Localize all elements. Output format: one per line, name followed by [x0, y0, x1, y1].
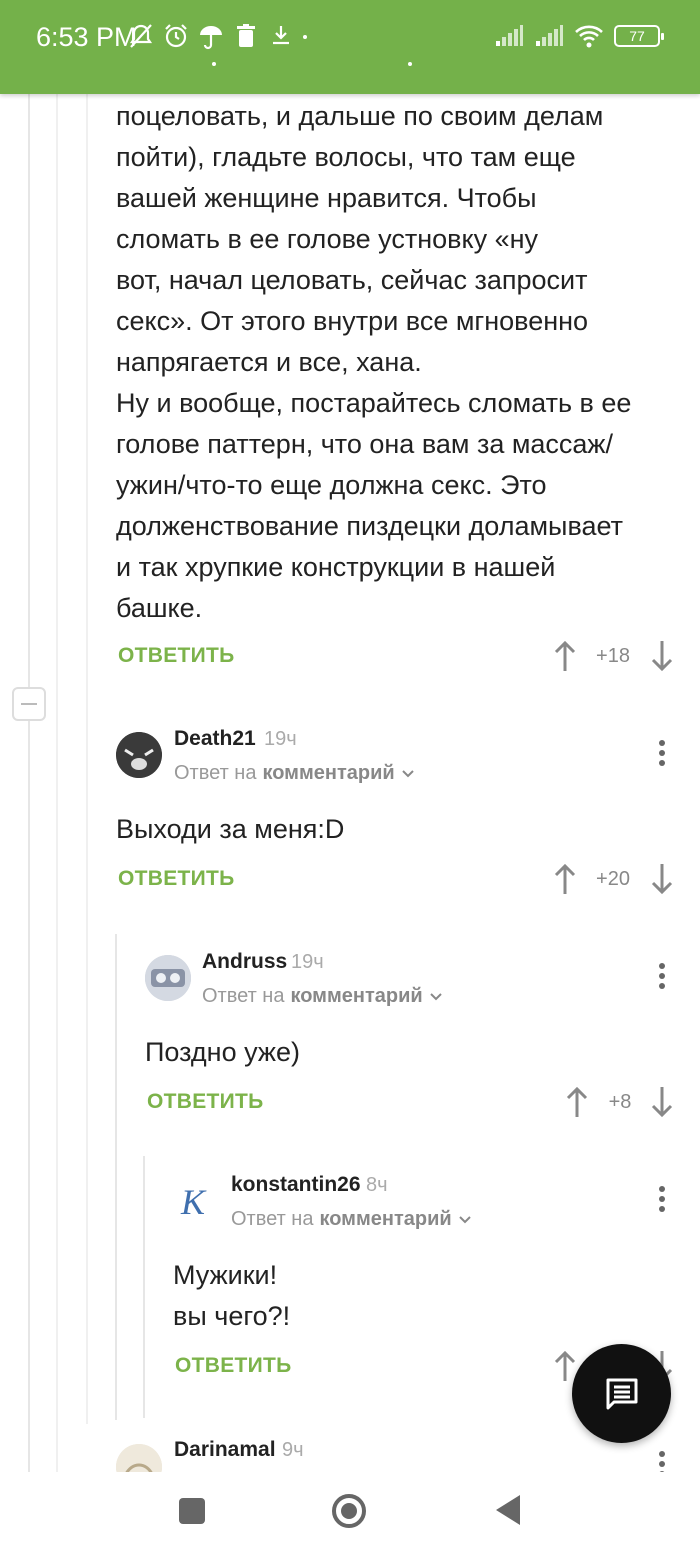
- comment-username[interactable]: Darinamal: [174, 1438, 276, 1462]
- reply-to-link[interactable]: Ответ на комментарий: [202, 985, 443, 1008]
- signal-icon: [536, 25, 563, 46]
- status-time: 6:53 PM: [36, 22, 137, 52]
- comment-body: Выходи за меня:D: [116, 814, 345, 844]
- back-triangle-icon[interactable]: [494, 1494, 522, 1526]
- chevron-down-icon: [458, 1215, 471, 1223]
- comment-icon: [606, 1378, 638, 1410]
- comment-username[interactable]: Andruss: [202, 950, 287, 974]
- trash-icon: [237, 24, 255, 47]
- comment-time: 19ч: [291, 951, 324, 973]
- chevron-down-icon: [429, 992, 442, 1000]
- comment-time: 8ч: [366, 1174, 388, 1196]
- more-options-icon[interactable]: [657, 740, 667, 770]
- comment-fab-button[interactable]: [572, 1344, 671, 1443]
- home-circle-icon[interactable]: [331, 1493, 367, 1529]
- reply-to-link[interactable]: Ответ на комментарий: [174, 762, 415, 785]
- recents-square-icon[interactable]: [178, 1497, 206, 1525]
- reply-to-link[interactable]: Ответ на комментарий: [231, 1208, 472, 1231]
- avatar[interactable]: [116, 732, 162, 778]
- comment-body: поцеловать, и дальше по своим делам пойт…: [116, 101, 632, 623]
- reply-button[interactable]: ОТВЕТИТЬ: [147, 1090, 264, 1114]
- muted-bell-icon: [129, 24, 153, 48]
- reply-button[interactable]: ОТВЕТИТЬ: [118, 644, 235, 668]
- vote-score: +20: [596, 868, 630, 890]
- status-bar: 6:53 PM 77: [0, 0, 700, 94]
- more-options-icon[interactable]: [657, 1451, 667, 1472]
- signal-icon: [496, 25, 523, 46]
- comment-body: Поздно уже): [145, 1037, 300, 1067]
- collapse-thread-button[interactable]: [12, 687, 46, 721]
- comment-username[interactable]: konstantin26: [231, 1173, 361, 1197]
- comment-time: 19ч: [264, 728, 297, 750]
- battery-icon: 77: [614, 25, 664, 47]
- vote-score: +8: [608, 1091, 632, 1113]
- reply-button[interactable]: ОТВЕТИТЬ: [118, 867, 235, 891]
- more-options-icon[interactable]: [657, 963, 667, 993]
- avatar[interactable]: [116, 1444, 162, 1472]
- vote-score: +18: [596, 645, 630, 667]
- downvote-icon[interactable]: [650, 1085, 674, 1119]
- downvote-icon[interactable]: [650, 862, 674, 896]
- downvote-icon[interactable]: [650, 639, 674, 673]
- avatar[interactable]: [145, 955, 191, 1001]
- alarm-icon: [165, 24, 187, 48]
- comment-username[interactable]: Death21: [174, 727, 256, 751]
- wifi-icon: [575, 25, 603, 48]
- upvote-icon[interactable]: [553, 639, 577, 673]
- upvote-icon[interactable]: [553, 862, 577, 896]
- download-icon: [273, 26, 289, 45]
- comment-time: 9ч: [282, 1439, 304, 1461]
- upvote-icon[interactable]: [565, 1085, 589, 1119]
- svg-text:K: K: [180, 1182, 207, 1222]
- comment-body: Мужики! вы чего?!: [173, 1260, 291, 1331]
- reply-button[interactable]: ОТВЕТИТЬ: [175, 1354, 292, 1378]
- umbrella-icon: [200, 26, 222, 50]
- chevron-down-icon: [401, 769, 414, 777]
- comments-thread[interactable]: поцеловать, и дальше по своим делам пойт…: [0, 94, 700, 1472]
- avatar[interactable]: K: [173, 1178, 219, 1224]
- system-nav-bar: [0, 1472, 700, 1556]
- more-options-icon[interactable]: [657, 1186, 667, 1216]
